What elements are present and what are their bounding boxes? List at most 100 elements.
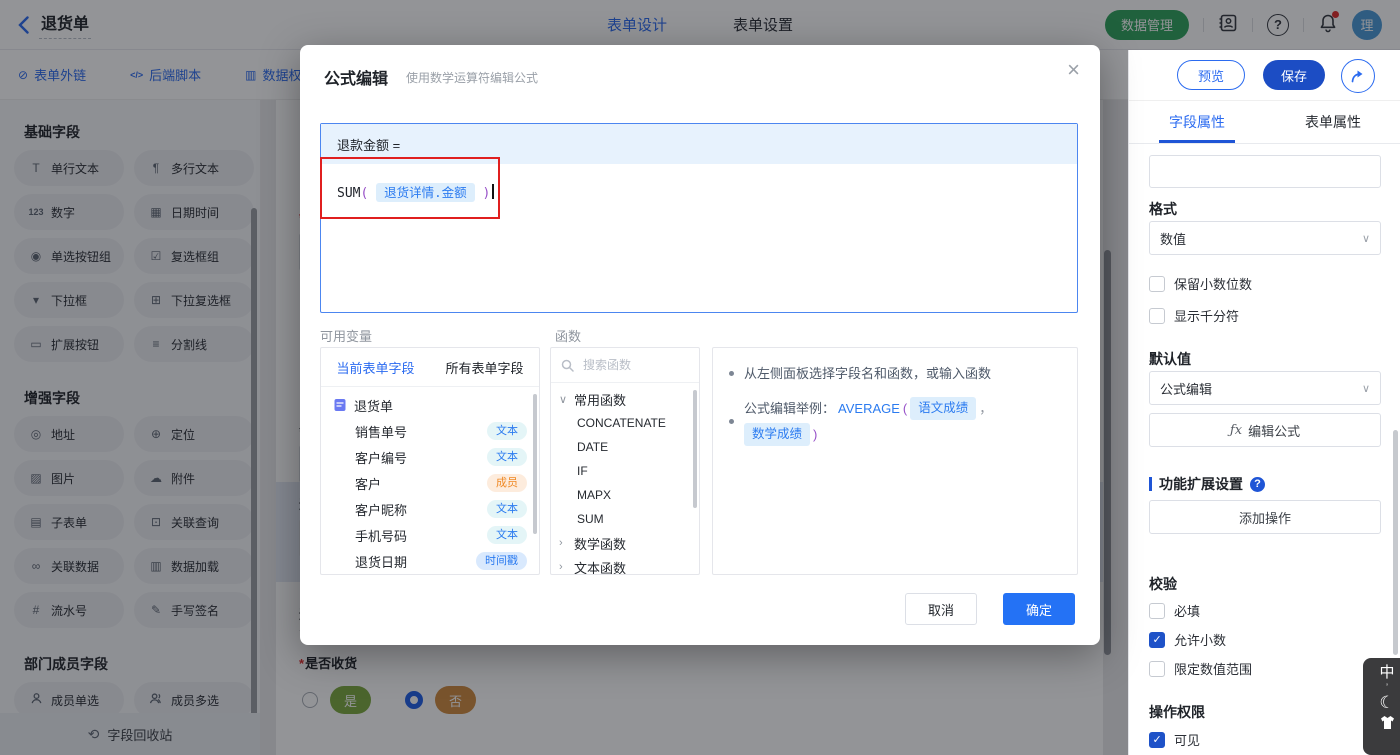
example-prefix: 公式编辑举例： [744,401,836,416]
variable-row[interactable]: 销售单号 文本 [321,418,539,444]
validation-label: 校验 [1149,576,1177,592]
paren-close: ) [482,186,491,201]
type-badge: 成员 [487,473,527,493]
function-name: SUM [577,512,604,526]
tab-current-form-fields[interactable]: 当前表单字段 [321,348,430,386]
share-button[interactable] [1341,59,1375,93]
checkbox-label: 限定数值范围 [1174,662,1253,677]
function-group-math[interactable]: › 数学函数 [551,531,699,555]
bullet-icon [729,419,734,424]
checkbox-required[interactable] [1149,602,1165,619]
tab-form-properties[interactable]: 表单属性 [1265,100,1400,143]
tab-field-properties[interactable]: 字段属性 [1129,100,1265,143]
modal-overlay [1128,0,1400,50]
function-group-common[interactable]: ∨ 常用函数 [551,387,699,411]
format-value: 数值 [1160,231,1187,247]
close-icon[interactable]: × [1067,59,1080,81]
checkbox-row-required[interactable]: 必填 [1149,601,1200,620]
edit-formula-button[interactable]: ƒx 编辑公式 [1149,413,1381,447]
moon-icon[interactable]: ☾ [1379,694,1394,712]
type-badge: 时间戳 [476,551,527,571]
save-button[interactable]: 保存 [1263,60,1325,90]
functions-panel: ∨ 常用函数 CONCATENATE DATE IF MAPX SUM › 数学函数… [550,347,700,575]
chevron-right-icon: › [559,561,563,573]
function-name: DATE [577,440,609,454]
form-name: 退货单 [354,398,394,414]
confirm-button[interactable]: 确定 [1003,593,1075,625]
checkbox-visible[interactable] [1149,731,1165,748]
cancel-button[interactable]: 取消 [905,593,977,625]
checkbox-allow-decimal[interactable] [1149,631,1165,648]
function-group-label: 数学函数 [574,536,627,552]
edit-formula-label: 编辑公式 [1248,423,1301,439]
variable-row[interactable]: 客户编号 文本 [321,444,539,470]
form-tree-node[interactable]: 退货单 [321,392,539,418]
app-window: 退货单 表单设计 表单设置 数据管理 ? 理 ⊘ 表单外链 </> 后端脚本 ▥… [0,0,1400,755]
properties-scrollbar[interactable] [1393,430,1398,655]
function-item[interactable]: CONCATENATE [551,411,699,435]
preview-button[interactable]: 预览 [1177,60,1245,90]
ime-mode-indicator[interactable]: 中 [1379,664,1394,681]
properties-tabs: 字段属性 表单属性 [1129,100,1400,144]
function-item[interactable]: SUM [551,507,699,531]
checkbox-label: 保留小数位数 [1174,277,1253,292]
checkbox-row-thousands[interactable]: 显示千分符 [1149,306,1239,325]
modal-title: 公式编辑 [324,71,389,88]
text-cursor [492,184,494,199]
add-action-button[interactable]: 添加操作 [1149,500,1381,534]
example-chip-1: 语文成绩 [910,397,977,420]
format-select[interactable]: 数值 [1149,221,1381,255]
field-name-input[interactable] [1149,155,1381,188]
default-value-select[interactable]: 公式编辑 [1149,371,1381,405]
ime-punctuation-icon[interactable]: ’ [1386,683,1388,692]
example-function: AVERAGE [838,401,900,416]
share-arrow-icon [1351,70,1363,83]
checkbox-label: 可见 [1174,733,1201,748]
section-bar [1149,477,1152,491]
checkbox-decimals[interactable] [1149,275,1165,292]
checkbox-row-visible[interactable]: 可见 [1149,730,1200,749]
formula-editor: 退款金额 = SUM( 退货详情.金额 ) [320,123,1078,313]
variable-row[interactable]: 手机号码 文本 [321,522,539,548]
extension-settings-header: 功能扩展设置 ? [1149,474,1265,494]
variable-name: 退货日期 [355,554,408,570]
field-chip[interactable]: 退货详情.金额 [376,183,475,202]
checkbox-label: 显示千分符 [1174,309,1240,324]
format-label: 格式 [1149,201,1177,217]
function-name: MAPX [577,488,612,502]
help-tip-text: 公式编辑举例： AVERAGE( 语文成绩 ， 数学成绩 ) [744,397,1061,446]
chevron-down-icon: ∨ [559,393,568,406]
functions-scrollbar[interactable] [693,390,697,508]
functions-section-label: 函数 [555,329,582,344]
help-tip-text: 从左侧面板选择字段名和函数，或输入函数 [744,366,992,381]
checkbox-thousands[interactable] [1149,307,1165,324]
variable-row[interactable]: 客户 成员 [321,470,539,496]
variable-row[interactable]: 退货日期 时间戳 [321,548,539,574]
variable-name: 销售单号 [355,424,408,440]
paren-open: ( [360,186,369,201]
help-panel: 从左侧面板选择字段名和函数，或输入函数 公式编辑举例： AVERAGE( 语文成绩… [712,347,1078,575]
variables-scrollbar[interactable] [533,394,537,534]
search-icon [561,359,574,372]
checkbox-row-decimals[interactable]: 保留小数位数 [1149,274,1252,293]
formula-input-area[interactable]: SUM( 退货详情.金额 ) [321,164,1077,202]
variables-tabs: 当前表单字段 所有表单字段 [321,348,539,387]
function-item[interactable]: DATE [551,435,699,459]
checkbox-range[interactable] [1149,660,1165,677]
checkbox-row-range[interactable]: 限定数值范围 [1149,659,1252,678]
ime-toolbar[interactable]: 中 ’ ☾ [1363,658,1400,755]
tab-all-form-fields[interactable]: 所有表单字段 [430,348,539,386]
help-tip-2: 公式编辑举例： AVERAGE( 语文成绩 ， 数学成绩 ) [729,397,1061,446]
checkbox-row-allow-decimal[interactable]: 允许小数 [1149,630,1226,649]
example-chip-2: 数学成绩 [744,423,811,446]
shirt-icon[interactable] [1379,715,1396,730]
variable-name: 手机号码 [355,528,408,544]
function-item[interactable]: IF [551,459,699,483]
formula-target: 退款金额 = [321,124,1077,164]
variables-section-label: 可用变量 [320,329,373,344]
function-group-text[interactable]: › 文本函数 [551,555,699,575]
function-item[interactable]: MAPX [551,483,699,507]
search-input[interactable] [581,357,685,373]
help-circle-icon[interactable]: ? [1250,476,1265,492]
variable-row[interactable]: 客户昵称 文本 [321,496,539,522]
